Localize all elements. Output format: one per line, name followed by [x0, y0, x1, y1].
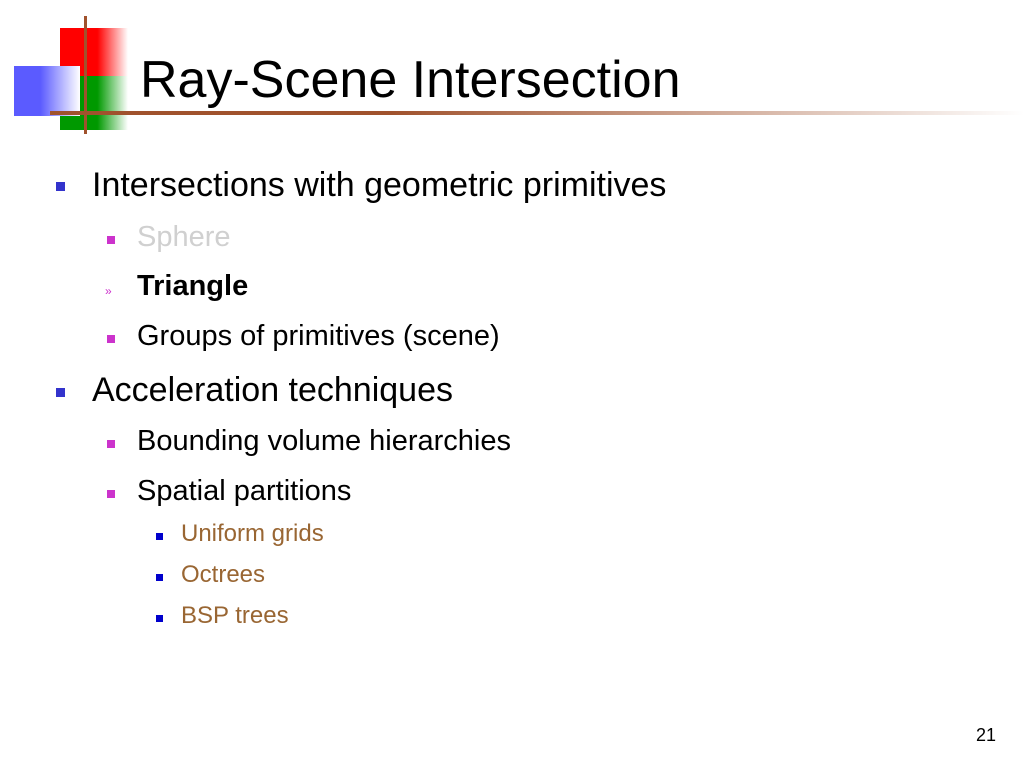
decor-blue-square: [14, 66, 80, 116]
page-number: 21: [975, 725, 996, 745]
bullet-square-icon: [107, 335, 115, 343]
bullet-item-level2: Bounding volume hierarchies: [137, 425, 511, 457]
bullet-square-icon: [56, 388, 65, 397]
slide-title: Ray-Scene Intersection: [140, 51, 681, 109]
bullet-item-level1: Intersections with geometric primitives: [92, 166, 667, 204]
bullet-item-level2-current: Triangle: [137, 270, 249, 302]
bullet-item-level1: Acceleration techniques: [92, 371, 454, 409]
bullet-guillemet-icon: »: [105, 284, 112, 298]
bullet-item-level2: Spatial partitions: [137, 475, 352, 507]
bullet-square-icon: [156, 615, 163, 622]
bullet-item-level2-dimmed: Sphere: [137, 221, 231, 253]
bullet-square-icon: [107, 236, 115, 244]
bullet-item-level3: Uniform grids: [181, 520, 324, 547]
bullet-square-icon: [156, 533, 163, 540]
bullet-square-icon: [107, 440, 115, 448]
bullet-square-icon: [56, 182, 65, 191]
bullet-square-icon: [107, 490, 115, 498]
bullet-item-level2: Groups of primitives (scene): [137, 320, 500, 352]
bullet-item-level3: BSP trees: [181, 602, 289, 629]
bullet-square-icon: [156, 574, 163, 581]
bullet-item-level3: Octrees: [181, 561, 266, 588]
decor-vertical-rule: [84, 16, 87, 134]
